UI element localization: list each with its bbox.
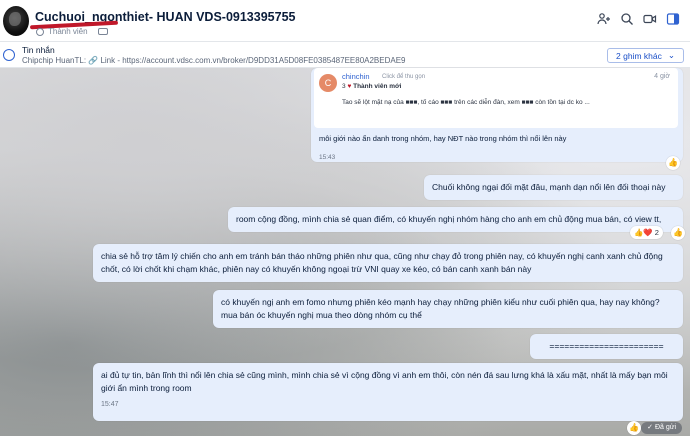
person-icon	[36, 27, 44, 36]
message-text: chia sẻ hỗ trợ tâm lý chiến cho anh em t…	[101, 251, 663, 274]
group-title[interactable]: Cuchuoi_ngonthiet- HUAN VDS-0913395755	[35, 10, 295, 24]
member-label: Thành viên	[48, 27, 88, 36]
message-bubble[interactable]: room cộng đồng, mình chia sẻ quan điểm, …	[228, 207, 683, 232]
message-bubble[interactable]: Chuối không ngại đối mặt đâu, mạnh dạn n…	[424, 175, 683, 200]
chat-area[interactable]: C chinchin Click để thu gọn 3 ♥ Thành vi…	[0, 68, 690, 436]
message-text: =======================	[549, 341, 664, 351]
reaction-badge[interactable]: 👍❤️ 2	[630, 226, 663, 239]
message-bubble[interactable]: ai đủ tự tin, bản lĩnh thì nổi lên chia …	[93, 363, 683, 421]
add-member-icon[interactable]	[597, 12, 611, 26]
message-time: 15:47	[101, 401, 119, 408]
search-icon[interactable]	[620, 12, 634, 26]
message-bubble[interactable]: =======================	[530, 334, 683, 359]
reply-time: 15:43	[319, 154, 336, 161]
header-actions	[597, 12, 680, 26]
role-count: 3	[342, 83, 346, 90]
quoted-time: 4 giờ	[654, 73, 670, 80]
pinned-message-bar[interactable]: Tin nhắn Chipchip HuanTL: 🔗 Link - https…	[0, 42, 690, 68]
sidebar-toggle-icon[interactable]	[666, 12, 680, 26]
reply-text: môi giới nào ẩn danh trong nhóm, hay NĐT…	[319, 134, 567, 143]
quoted-message[interactable]: C chinchin Click để thu gọn 3 ♥ Thành vi…	[314, 68, 678, 128]
chevron-down-icon: ⌄	[667, 50, 675, 60]
message-bubble[interactable]: chia sẻ hỗ trợ tâm lý chiến cho anh em t…	[93, 244, 683, 282]
message-bubble[interactable]: có khuyến ngị anh em fomo nhưng phiên ké…	[213, 290, 683, 328]
message-text: Chuối không ngại đối mặt đâu, mạnh dạn n…	[432, 182, 666, 192]
tag-icon[interactable]	[97, 28, 108, 35]
pinned-body[interactable]: Chipchip HuanTL: 🔗 Link - https://accoun…	[22, 56, 406, 65]
pinned-title: Tin nhắn	[22, 45, 55, 55]
quoted-avatar[interactable]: C	[319, 74, 337, 92]
reply-message[interactable]: C chinchin Click để thu gọn 3 ♥ Thành vi…	[311, 68, 683, 162]
chat-bubble-icon	[3, 49, 15, 61]
quoted-text: Tao sẽ lột mặt nạ của ■■■, tố cáo ■■■ tr…	[342, 99, 590, 106]
more-pins-button[interactable]: 2 ghim khác ⌄	[607, 48, 684, 63]
message-text: ai đủ tự tin, bản lĩnh thì nổi lên chia …	[101, 370, 668, 393]
sent-status: ✓ Đã gửi	[641, 422, 682, 434]
like-icon[interactable]: 👍	[671, 226, 685, 240]
like-icon[interactable]: 👍	[666, 156, 680, 170]
group-avatar[interactable]	[3, 6, 29, 36]
role-label: Thành viên mới	[353, 83, 402, 90]
message-text: room cộng đồng, mình chia sẻ quan điểm, …	[236, 214, 662, 224]
member-info[interactable]: Thành viên	[36, 27, 108, 36]
like-icon[interactable]: 👍	[627, 421, 641, 435]
video-call-icon[interactable]	[643, 12, 657, 26]
message-text: có khuyến ngị anh em fomo nhưng phiên ké…	[221, 297, 660, 320]
more-pins-label: 2 ghim khác	[616, 50, 662, 61]
quoted-role: 3 ♥ Thành viên mới	[342, 80, 401, 93]
heart-icon: ♥	[347, 83, 352, 90]
chat-header: Cuchuoi_ngonthiet- HUAN VDS-0913395755 T…	[0, 0, 690, 42]
